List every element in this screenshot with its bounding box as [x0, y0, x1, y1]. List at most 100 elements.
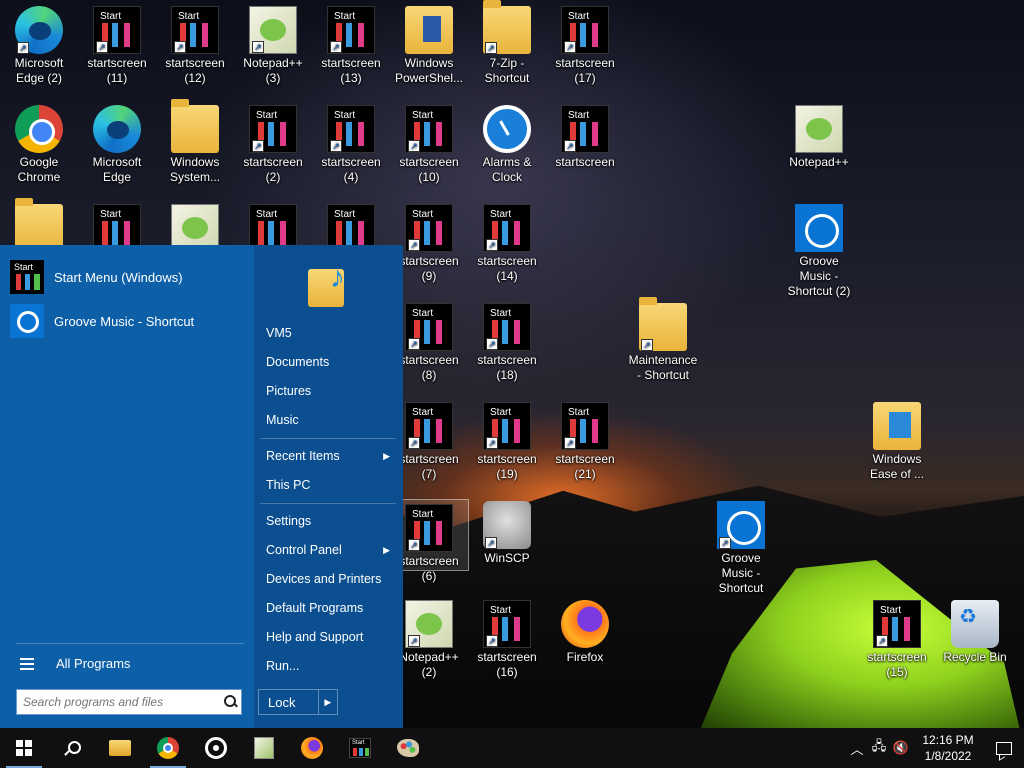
- desktop-icon-chrome[interactable]: Google Chrome: [0, 101, 78, 185]
- desktop-icon-groove-2[interactable]: Groove Music - Shortcut (2): [780, 200, 858, 299]
- desktop-icon-windows-system[interactable]: Windows System...: [156, 99, 234, 185]
- shortcut-arrow-icon: ↗: [174, 41, 186, 53]
- windows-logo-icon: [16, 740, 32, 756]
- desktop-icon-maintenance[interactable]: ↗ Maintenance - Shortcut: [624, 297, 702, 383]
- desktop-icon-startscreen-11[interactable]: Start ↗ startscreen (11): [78, 2, 156, 86]
- desktop-icon-alarms-clock[interactable]: Alarms & Clock: [468, 101, 546, 185]
- ease-of-access-folder-icon: [873, 402, 921, 450]
- desktop-icon-startscreen[interactable]: Start ↗ startscreen: [546, 101, 624, 170]
- recycle-bin-icon: [951, 600, 999, 648]
- startscreen-icon: Start ↗: [327, 6, 375, 54]
- user-folder-icon[interactable]: ♪: [306, 257, 354, 309]
- desktop-icon-startscreen-15[interactable]: Start ↗ startscreen (15): [858, 596, 936, 680]
- desktop-icon-startscreen-17[interactable]: Start ↗ startscreen (17): [546, 2, 624, 86]
- taskbar-file-explorer[interactable]: [96, 728, 144, 768]
- desktop-icon-notepadpp[interactable]: Notepad++: [780, 101, 858, 170]
- menu-separator: [260, 438, 396, 439]
- desktop-icon-7zip[interactable]: ↗ 7-Zip - Shortcut: [468, 0, 546, 86]
- menu-item-settings[interactable]: Settings: [266, 511, 396, 531]
- file-explorer-icon: [109, 740, 131, 756]
- alarm-clock-icon: [483, 105, 531, 153]
- shortcut-arrow-icon: ↗: [564, 41, 576, 53]
- taskbar-startscreen[interactable]: Start: [336, 728, 384, 768]
- startscreen-icon: Start ↗: [93, 6, 141, 54]
- shortcut-arrow-icon: ↗: [408, 239, 420, 251]
- shortcut-arrow-icon: ↗: [252, 41, 264, 53]
- desktop-icon-startscreen-19[interactable]: Start ↗ startscreen (19): [468, 398, 546, 482]
- menu-item-recent-items[interactable]: Recent Items ▶: [266, 446, 396, 466]
- desktop-icon-startscreen-10[interactable]: Start ↗ startscreen (10): [390, 101, 468, 185]
- shortcut-arrow-icon: ↗: [719, 537, 731, 549]
- startscreen-icon: Start ↗: [327, 105, 375, 153]
- search-icon: [65, 741, 81, 755]
- notification-center-button[interactable]: [984, 728, 1024, 768]
- desktop-icon-groove[interactable]: ↗ Groove Music - Shortcut: [702, 497, 780, 596]
- startscreen-icon: Start ↗: [171, 6, 219, 54]
- desktop-icon-firefox[interactable]: Firefox: [546, 596, 624, 665]
- desktop-icon-startscreen-14[interactable]: Start ↗ startscreen (14): [468, 200, 546, 284]
- clock[interactable]: 12:16 PM 1/8/2022: [912, 732, 984, 764]
- start-search-box[interactable]: [16, 689, 242, 715]
- search-icon[interactable]: [223, 695, 237, 709]
- desktop-icon-startscreen-13[interactable]: Start ↗ startscreen (13): [312, 2, 390, 86]
- lock-button[interactable]: Lock ▶: [258, 689, 338, 715]
- startscreen-icon: Start ↗: [873, 600, 921, 648]
- shortcut-arrow-icon: ↗: [408, 635, 420, 647]
- notepadpp-icon: [795, 105, 843, 153]
- all-programs-button[interactable]: All Programs: [16, 643, 244, 677]
- network-icon[interactable]: 🖧: [868, 728, 890, 768]
- menu-item-control-panel[interactable]: Control Panel ▶: [266, 540, 396, 560]
- taskbar-notepadpp[interactable]: [240, 728, 288, 768]
- desktop-icon-startscreen-18[interactable]: Start ↗ startscreen (18): [468, 299, 546, 383]
- edge-icon: [93, 105, 141, 153]
- desktop-icon-edge[interactable]: Microsoft Edge: [78, 101, 156, 185]
- edge-icon: ↗: [15, 6, 63, 54]
- desktop-icon-winscp[interactable]: ↗ WinSCP: [468, 497, 546, 566]
- taskbar: Start ︿ 🖧 🔇 12:16 PM 1/8/2022: [0, 728, 1024, 768]
- chevron-up-icon[interactable]: ︿: [846, 728, 868, 768]
- pinned-groove-music[interactable]: Groove Music - Shortcut: [10, 301, 246, 341]
- search-input[interactable]: [23, 691, 219, 713]
- menu-item-devices-printers[interactable]: Devices and Printers: [266, 569, 396, 589]
- start-menu-icon: Start: [10, 260, 44, 294]
- menu-item-default-programs[interactable]: Default Programs: [266, 598, 396, 618]
- start-button[interactable]: [0, 728, 48, 768]
- menu-item-user[interactable]: VM5: [266, 323, 396, 343]
- pinned-start-menu-windows[interactable]: Start Start Menu (Windows): [10, 257, 246, 297]
- desktop-icon-startscreen-12[interactable]: Start ↗ startscreen (12): [156, 2, 234, 86]
- winscp-icon: ↗: [483, 501, 531, 549]
- desktop-icon-edge-2[interactable]: ↗ Microsoft Edge (2): [0, 2, 78, 86]
- desktop-icon-startscreen-4[interactable]: Start ↗ startscreen (4): [312, 101, 390, 185]
- menu-item-help-support[interactable]: Help and Support: [266, 627, 396, 647]
- chrome-icon: [15, 105, 63, 153]
- desktop-icon-startscreen-2[interactable]: Start ↗ startscreen (2): [234, 101, 312, 185]
- desktop-icon-startscreen-21[interactable]: Start ↗ startscreen (21): [546, 398, 624, 482]
- system-tray: ︿ 🖧 🔇 12:16 PM 1/8/2022: [846, 728, 1024, 768]
- chevron-right-icon[interactable]: ▶: [317, 690, 337, 714]
- volume-muted-icon[interactable]: 🔇: [890, 728, 912, 768]
- paint-icon: [397, 739, 419, 757]
- firefox-icon: [301, 737, 323, 759]
- taskbar-firefox[interactable]: [288, 728, 336, 768]
- chrome-icon: [157, 737, 179, 759]
- menu-item-this-pc[interactable]: This PC: [266, 475, 396, 495]
- taskbar-chrome[interactable]: [144, 728, 192, 768]
- chevron-right-icon: ▶: [383, 545, 390, 555]
- menu-item-pictures[interactable]: Pictures: [266, 381, 396, 401]
- taskbar-groove-music[interactable]: [192, 728, 240, 768]
- desktop-icon-startscreen-16[interactable]: Start ↗ startscreen (16): [468, 596, 546, 680]
- shortcut-arrow-icon: ↗: [564, 140, 576, 152]
- taskbar-paint[interactable]: [384, 728, 432, 768]
- start-menu: Start Start Menu (Windows) Groove Music …: [0, 245, 403, 728]
- desktop-icon-powershell[interactable]: Windows PowerShel...: [390, 2, 468, 86]
- desktop-icon-notepadpp-3[interactable]: ↗ Notepad++ (3): [234, 2, 312, 86]
- desktop-icon-recycle-bin[interactable]: Recycle Bin: [936, 596, 1014, 665]
- startscreen-icon: Start ↗: [405, 504, 453, 552]
- startscreen-icon: Start ↗: [405, 402, 453, 450]
- menu-item-music[interactable]: Music: [266, 410, 396, 430]
- menu-item-run[interactable]: Run...: [266, 656, 396, 676]
- desktop-icon-ease-of-access[interactable]: Windows Ease of ...: [858, 398, 936, 482]
- taskbar-search-button[interactable]: [48, 728, 96, 768]
- shortcut-arrow-icon: ↗: [485, 42, 497, 54]
- menu-item-documents[interactable]: Documents: [266, 352, 396, 372]
